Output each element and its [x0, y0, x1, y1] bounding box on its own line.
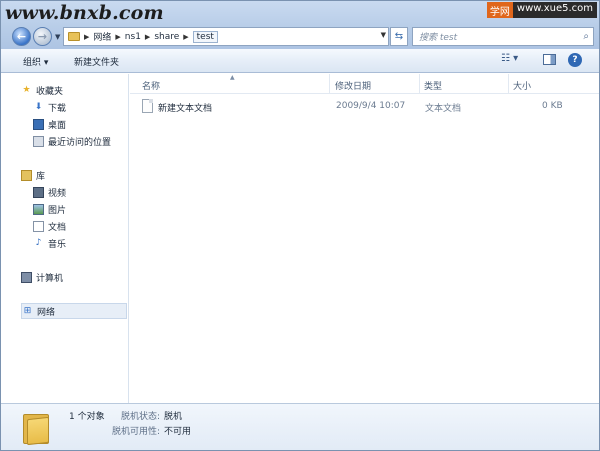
download-icon: ⬇ [34, 102, 43, 112]
new-folder-button[interactable]: 新建文件夹 [74, 55, 119, 68]
search-box[interactable]: 搜索 test ⌕ [412, 27, 594, 46]
folder-large-icon [23, 410, 49, 446]
watermark-right-a: 学网 [486, 2, 513, 18]
offline-availability-label: 脱机可用性: [112, 427, 161, 437]
breadcrumb-share[interactable]: share [154, 32, 179, 42]
breadcrumb: ▶ 网络 ▶ ns1 ▶ share ▶ test [80, 30, 218, 43]
nav-libraries[interactable]: 库 [21, 167, 148, 183]
preview-pane-icon[interactable] [543, 54, 556, 65]
organize-button[interactable]: 组织 ▾ [23, 55, 48, 68]
picture-icon [33, 203, 44, 215]
chevron-right-icon[interactable]: ▶ [145, 33, 150, 41]
column-name[interactable]: 名称 [142, 79, 160, 92]
watermark-left: www.bnxb.com [5, 2, 164, 24]
nav-network-label: 网络 [37, 307, 56, 318]
help-icon[interactable]: ? [568, 53, 582, 67]
command-bar: 组织 ▾ 新建文件夹 ☷ ▾ ? [1, 49, 599, 73]
breadcrumb-ns1[interactable]: ns1 [125, 32, 141, 42]
title-address-bar: www.bnxb.com 学网 www.xue5.com ← → ▼ ▶ 网络 … [1, 1, 599, 49]
breadcrumb-test[interactable]: test [192, 30, 218, 43]
file-name: 新建文本文档 [158, 104, 213, 114]
refresh-button[interactable]: ⇆ [390, 27, 408, 46]
video-icon [33, 186, 44, 198]
watermark-right: 学网 www.xue5.com [486, 2, 597, 18]
address-bar[interactable]: ▶ 网络 ▶ ns1 ▶ share ▶ test ▼ [63, 27, 389, 46]
file-type: 文本文档 [425, 104, 462, 114]
address-dropdown-icon[interactable]: ▼ [381, 31, 386, 39]
back-button[interactable]: ← [12, 27, 31, 46]
nav-recent-label: 最近访问的位置 [48, 137, 112, 148]
library-icon [21, 169, 32, 181]
change-view-icon[interactable]: ☷ ▾ [501, 53, 518, 64]
recent-pages-dropdown[interactable]: ▼ [55, 33, 60, 41]
refresh-icon: ⇆ [394, 31, 404, 42]
column-headers: ▲ 名称 修改日期 类型 大小 [130, 74, 599, 94]
search-icon[interactable]: ⌕ [583, 31, 589, 42]
nav-music-label: 音乐 [48, 239, 67, 250]
file-size: 0 KB [542, 101, 563, 111]
nav-desktop-label: 桌面 [48, 120, 67, 131]
column-divider[interactable] [419, 74, 420, 94]
nav-computer-label: 计算机 [36, 273, 64, 284]
offline-availability-value: 不可用 [164, 427, 192, 437]
nav-videos-label: 视频 [48, 188, 67, 199]
arrow-right-icon: → [37, 30, 48, 43]
forward-button[interactable]: → [33, 27, 52, 46]
chevron-right-icon[interactable]: ▶ [115, 33, 120, 41]
details-pane: 1 个对象 脱机状态: 脱机 脱机可用性: 不可用 [1, 403, 599, 450]
offline-status-label: 脱机状态: [121, 412, 161, 422]
nav-downloads-label: 下载 [48, 103, 67, 114]
nav-computer[interactable]: 计算机 [21, 269, 148, 285]
text-file-icon [142, 99, 153, 113]
arrow-left-icon: ← [16, 30, 27, 43]
column-type[interactable]: 类型 [424, 79, 442, 92]
chevron-right-icon[interactable]: ▶ [183, 33, 188, 41]
file-date: 2009/9/4 10:07 [336, 101, 406, 111]
nav-network[interactable]: ⊞ 网络 [21, 303, 127, 319]
column-size[interactable]: 大小 [513, 79, 531, 92]
column-date[interactable]: 修改日期 [335, 79, 371, 92]
search-placeholder: 搜索 test [419, 33, 458, 43]
breadcrumb-network[interactable]: 网络 [93, 30, 111, 43]
nav-favorites[interactable]: ★ 收藏夹 [21, 82, 148, 98]
folder-icon [68, 32, 80, 41]
column-divider[interactable] [508, 74, 509, 94]
file-list: ▲ 名称 修改日期 类型 大小 新建文本文档 2009/9/4 10:07 文本… [130, 74, 599, 403]
explorer-window: www.bnxb.com 学网 www.xue5.com ← → ▼ ▶ 网络 … [0, 0, 600, 451]
network-icon: ⊞ [23, 306, 32, 316]
computer-icon [21, 271, 32, 283]
column-divider[interactable] [329, 74, 330, 94]
desktop-icon [33, 118, 44, 130]
nav-libraries-label: 库 [36, 171, 46, 182]
object-count: 1 个对象 [69, 412, 105, 422]
nav-pictures-label: 图片 [48, 205, 67, 216]
watermark-right-b: www.xue5.com [512, 2, 597, 18]
music-note-icon: ♪ [35, 238, 42, 248]
star-icon: ★ [22, 85, 31, 95]
chevron-right-icon[interactable]: ▶ [84, 33, 89, 41]
recent-places-icon [33, 135, 44, 147]
offline-status-value: 脱机 [164, 412, 183, 422]
navigation-pane: ★ 收藏夹 ⬇ 下载 桌面 最近访问的位置 库 视频 图片 文档 ♪ 音乐 计算… [1, 74, 129, 403]
nav-documents-label: 文档 [48, 222, 67, 233]
document-icon [33, 220, 44, 232]
sort-arrow-icon: ▲ [230, 74, 235, 81]
table-row[interactable]: 新建文本文档 2009/9/4 10:07 文本文档 0 KB [140, 98, 592, 115]
nav-favorites-label: 收藏夹 [36, 86, 64, 97]
